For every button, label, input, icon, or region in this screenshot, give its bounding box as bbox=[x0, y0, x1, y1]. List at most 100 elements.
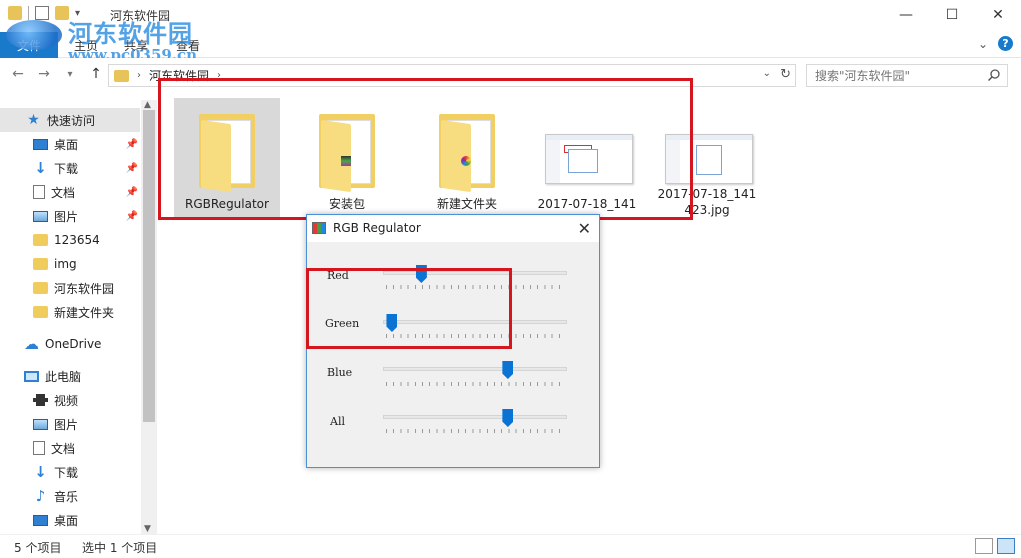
nav-item-label: 桌面 bbox=[54, 513, 79, 528]
music-icon: ♪ bbox=[35, 487, 46, 505]
nav-item-label: 文档 bbox=[51, 185, 76, 200]
nav-onedrive[interactable]: ☁ OneDrive bbox=[0, 332, 140, 356]
help-icon[interactable]: ? bbox=[998, 36, 1013, 51]
nav-item-pictures[interactable]: 图片 bbox=[0, 412, 140, 436]
nav-item-documents[interactable]: 文档 📌 bbox=[0, 180, 140, 204]
green-slider-ticks bbox=[386, 334, 566, 338]
file-item[interactable]: 2017-07-18_141 423.jpg bbox=[654, 98, 760, 218]
pin-icon[interactable]: 📌 bbox=[126, 211, 138, 222]
all-slider-thumb[interactable] bbox=[502, 409, 514, 427]
folder-icon bbox=[33, 282, 48, 294]
image-preview bbox=[665, 134, 753, 184]
close-button[interactable]: ✕ bbox=[975, 0, 1021, 30]
view-toggle bbox=[975, 538, 1015, 554]
nav-item-videos[interactable]: 视频 bbox=[0, 388, 140, 412]
file-name: 2017-07-18_141 423.jpg bbox=[657, 187, 757, 217]
window-title: 河东软件园 bbox=[110, 9, 171, 23]
address-field[interactable]: › 河东软件园 › ⌄ ↻ bbox=[108, 64, 796, 87]
nav-item-label: 音乐 bbox=[54, 489, 79, 504]
computer-icon bbox=[24, 370, 39, 382]
rgb-close-button[interactable]: ✕ bbox=[578, 219, 591, 238]
slider-label-blue: Blue bbox=[327, 366, 353, 379]
search-input[interactable] bbox=[815, 68, 985, 83]
nav-item-desktop[interactable]: 桌面 bbox=[0, 508, 140, 532]
navigation-buttons: ← → ▾ ↑ bbox=[10, 66, 104, 82]
all-slider-track[interactable] bbox=[383, 415, 567, 419]
tab-home[interactable]: 主页 bbox=[74, 37, 98, 54]
green-slider-track[interactable] bbox=[383, 320, 567, 324]
nav-item-label: OneDrive bbox=[45, 337, 102, 351]
download-icon: ↓ bbox=[34, 159, 47, 177]
preview-window bbox=[568, 149, 598, 173]
rgb-regulator-window: RGB Regulator ✕ Red Green Blue All bbox=[306, 214, 600, 468]
document-icon bbox=[33, 441, 45, 455]
chevron-down-icon[interactable]: ▾ bbox=[75, 8, 80, 19]
refresh-icon[interactable]: ↻ bbox=[780, 67, 791, 82]
search-icon[interactable] bbox=[987, 68, 1001, 82]
file-item[interactable]: RGBRegulator bbox=[174, 98, 280, 218]
color-wheel-icon bbox=[461, 156, 471, 166]
file-name: RGBRegulator bbox=[185, 197, 269, 211]
folder-icon bbox=[33, 234, 48, 246]
file-name: 2017-07-18_141 bbox=[537, 197, 637, 211]
breadcrumb[interactable]: 河东软件园 bbox=[149, 67, 209, 84]
file-item[interactable]: 新建文件夹 bbox=[414, 98, 520, 218]
file-item[interactable]: 2017-07-18_141 bbox=[534, 98, 640, 218]
details-view-icon[interactable] bbox=[975, 538, 993, 554]
maximize-button[interactable]: ☐ bbox=[929, 0, 975, 30]
folder-thumbnail bbox=[297, 98, 397, 193]
desktop-icon bbox=[33, 138, 48, 150]
tab-share[interactable]: 共享 bbox=[124, 37, 148, 54]
nav-item-documents[interactable]: 文档 bbox=[0, 436, 140, 460]
rgb-window-title: RGB Regulator bbox=[333, 221, 421, 235]
up-arrow-icon[interactable]: ↑ bbox=[88, 66, 104, 82]
pin-icon[interactable]: 📌 bbox=[126, 139, 138, 150]
chevron-right-icon[interactable]: › bbox=[217, 70, 221, 81]
preview-window bbox=[696, 145, 722, 175]
nav-item-label: 下载 bbox=[54, 161, 79, 176]
nav-item-music[interactable]: ♪ 音乐 bbox=[0, 484, 140, 508]
nav-this-pc[interactable]: 此电脑 bbox=[0, 364, 140, 388]
back-arrow-icon[interactable]: ← bbox=[10, 66, 26, 82]
nav-item-folder[interactable]: img bbox=[0, 252, 140, 276]
pin-icon[interactable]: 📌 bbox=[126, 187, 138, 198]
scroll-up-icon[interactable]: ▲ bbox=[144, 100, 151, 110]
nav-quick-access[interactable]: ★ 快速访问 bbox=[0, 108, 140, 132]
forward-arrow-icon[interactable]: → bbox=[36, 66, 52, 82]
chevron-right-icon[interactable]: › bbox=[137, 70, 141, 81]
nav-scrollbar[interactable]: ▲ ▼ bbox=[141, 100, 157, 534]
search-field[interactable] bbox=[806, 64, 1008, 87]
nav-item-downloads[interactable]: ↓ 下载 bbox=[0, 460, 140, 484]
nav-item-label: 123654 bbox=[54, 233, 100, 247]
scroll-down-icon[interactable]: ▼ bbox=[144, 524, 151, 534]
minimize-button[interactable]: — bbox=[883, 0, 929, 30]
ribbon-collapse-icon[interactable]: ⌄ bbox=[978, 37, 988, 51]
large-icons-view-icon[interactable] bbox=[997, 538, 1015, 554]
red-slider-thumb[interactable] bbox=[415, 265, 427, 283]
new-folder-icon[interactable] bbox=[55, 6, 69, 20]
file-item[interactable]: 安装包 bbox=[294, 98, 400, 218]
nav-item-desktop[interactable]: 桌面 📌 bbox=[0, 132, 140, 156]
blue-slider-track[interactable] bbox=[383, 367, 567, 371]
chevron-down-icon[interactable]: ⌄ bbox=[763, 68, 771, 79]
recent-locations-icon[interactable]: ▾ bbox=[62, 69, 78, 80]
nav-item-folder[interactable]: 新建文件夹 bbox=[0, 300, 140, 324]
tab-file[interactable]: 文件 bbox=[0, 32, 58, 58]
nav-item-downloads[interactable]: ↓ 下载 📌 bbox=[0, 156, 140, 180]
nav-item-folder[interactable]: 123654 bbox=[0, 228, 140, 252]
nav-item-folder[interactable]: 河东软件园 bbox=[0, 276, 140, 300]
scrollbar-thumb[interactable] bbox=[143, 110, 155, 422]
properties-icon[interactable] bbox=[35, 6, 49, 20]
green-slider-thumb[interactable] bbox=[386, 314, 398, 332]
item-count: 5 个项目 bbox=[14, 541, 62, 555]
rgb-title-bar: RGB Regulator ✕ bbox=[307, 215, 599, 242]
blue-slider-ticks bbox=[386, 382, 566, 386]
blue-slider-thumb[interactable] bbox=[502, 361, 514, 379]
slider-label-green: Green bbox=[325, 317, 360, 330]
pin-icon[interactable]: 📌 bbox=[126, 163, 138, 174]
red-slider-track[interactable] bbox=[383, 271, 567, 275]
nav-item-label: 视频 bbox=[54, 393, 79, 408]
nav-item-pictures[interactable]: 图片 📌 bbox=[0, 204, 140, 228]
tab-view[interactable]: 查看 bbox=[176, 37, 200, 54]
app-badge-icon bbox=[341, 156, 351, 166]
